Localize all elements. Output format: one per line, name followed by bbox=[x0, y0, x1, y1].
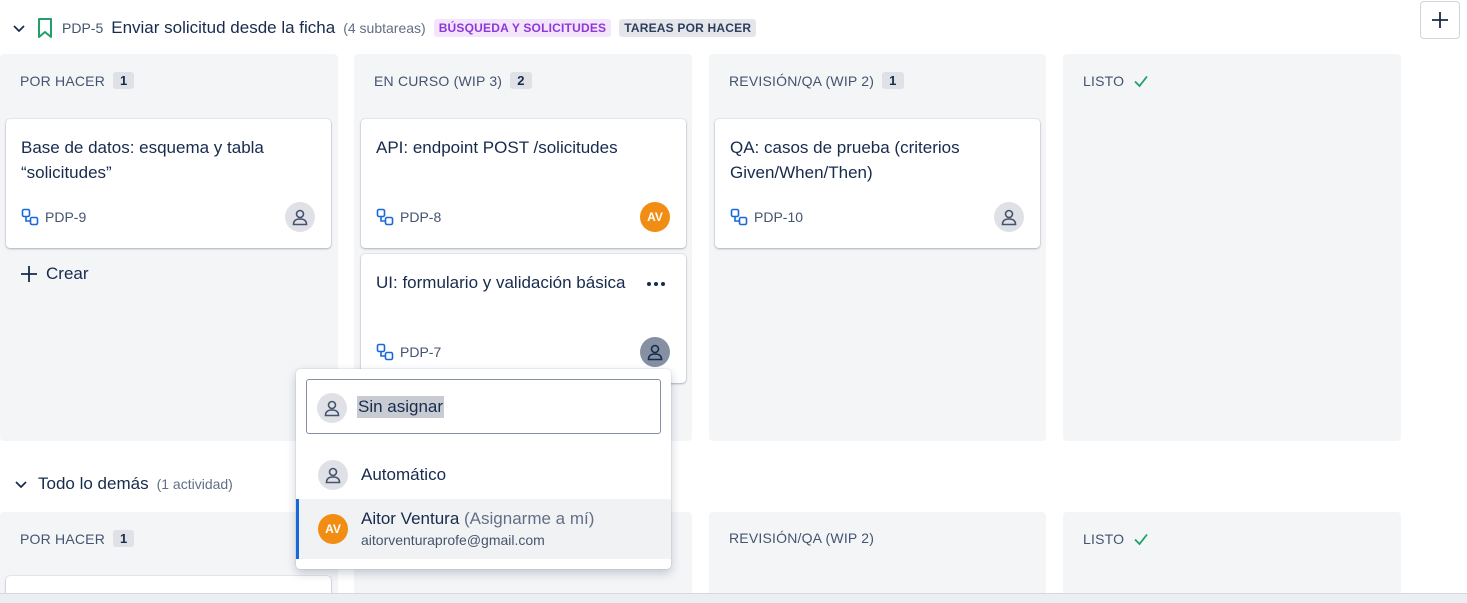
card-title: QA: casos de prueba (criterios Given/Whe… bbox=[730, 138, 960, 182]
column-count: 1 bbox=[882, 72, 904, 89]
chevron-down-icon[interactable] bbox=[12, 475, 30, 493]
search-value: Sin asignar bbox=[357, 396, 445, 418]
create-button[interactable]: Crear bbox=[20, 264, 89, 284]
story-key[interactable]: PDP-5 bbox=[62, 20, 103, 36]
subtask-count: (4 subtareas) bbox=[343, 20, 426, 36]
avatar[interactable] bbox=[285, 202, 315, 232]
assignee-search-input[interactable]: Sin asignar bbox=[306, 379, 661, 434]
bookmark-icon bbox=[36, 17, 54, 39]
column-por-hacer-2: POR HACER 1 bbox=[0, 512, 338, 603]
column-count: 1 bbox=[113, 72, 135, 89]
other-swimlane-header: Todo lo demás (1 actividad) bbox=[12, 474, 233, 494]
card-pdp-9[interactable]: Base de datos: esquema y tabla “solicitu… bbox=[6, 119, 331, 248]
column-revision-qa-2: REVISIÓN/QA (WIP 2) bbox=[709, 512, 1046, 593]
plus-icon bbox=[21, 266, 37, 282]
column-title: POR HACER bbox=[20, 72, 106, 89]
chevron-down-icon[interactable] bbox=[10, 19, 28, 37]
column-title: LISTO bbox=[1083, 73, 1125, 89]
avatar[interactable]: AV bbox=[640, 202, 670, 232]
story-header: PDP-5 Enviar solicitud desde la ficha (4… bbox=[10, 14, 757, 42]
person-icon bbox=[292, 209, 308, 226]
column-listo-2: LISTO bbox=[1063, 512, 1401, 593]
card-title: API: endpoint POST /solicitudes bbox=[376, 138, 618, 157]
add-column-button[interactable] bbox=[1420, 1, 1460, 39]
card-pdp-10[interactable]: QA: casos de prueba (criterios Given/Whe… bbox=[715, 119, 1040, 248]
card-pdp-8[interactable]: API: endpoint POST /solicitudes PDP-8 AV bbox=[361, 119, 686, 248]
subtask-icon bbox=[730, 208, 748, 226]
other-title[interactable]: Todo lo demás bbox=[38, 474, 149, 494]
story-title[interactable]: Enviar solicitud desde la ficha bbox=[111, 18, 335, 38]
card-title: UI: formulario y validación básica bbox=[376, 273, 626, 292]
avatar[interactable] bbox=[994, 202, 1024, 232]
card-key[interactable]: PDP-10 bbox=[754, 209, 803, 225]
subtask-icon bbox=[21, 208, 39, 226]
subtask-icon bbox=[376, 343, 394, 361]
column-listo: LISTO bbox=[1063, 54, 1401, 441]
option-aitor-ventura[interactable]: AV Aitor Ventura (Asignarme a mí) aitorv… bbox=[296, 499, 671, 559]
label-busqueda: BÚSQUEDA Y SOLICITUDES bbox=[433, 19, 612, 37]
option-automatico[interactable]: Automático bbox=[296, 455, 671, 495]
avatar[interactable] bbox=[640, 337, 670, 367]
column-title: REVISIÓN/QA (WIP 2) bbox=[729, 530, 875, 546]
horizontal-scrollbar[interactable] bbox=[0, 593, 1467, 603]
check-icon bbox=[1132, 530, 1150, 548]
status-badge: TAREAS POR HACER bbox=[619, 19, 757, 37]
card-pdp-7[interactable]: UI: formulario y validación básica PDP-7 bbox=[361, 254, 686, 383]
column-title: LISTO bbox=[1083, 531, 1125, 547]
plus-icon bbox=[1432, 12, 1448, 28]
column-title: REVISIÓN/QA (WIP 2) bbox=[729, 72, 875, 89]
option-label: Automático bbox=[361, 465, 447, 484]
card-key[interactable]: PDP-9 bbox=[45, 209, 86, 225]
create-label: Crear bbox=[46, 264, 89, 283]
assignee-dropdown: Sin asignar Automático AV Aitor Ventura … bbox=[296, 369, 671, 569]
person-icon bbox=[1001, 209, 1017, 226]
person-icon bbox=[317, 393, 347, 423]
person-icon bbox=[318, 460, 348, 490]
activity-count: (1 actividad) bbox=[156, 476, 233, 492]
card-title: Base de datos: esquema y tabla “solicitu… bbox=[21, 138, 264, 182]
option-label: Aitor Ventura (Asignarme a mí) bbox=[361, 509, 595, 528]
column-count: 2 bbox=[510, 72, 532, 89]
card-key[interactable]: PDP-8 bbox=[400, 209, 441, 225]
check-icon bbox=[1132, 72, 1150, 90]
more-icon[interactable] bbox=[644, 274, 668, 294]
avatar: AV bbox=[318, 514, 348, 544]
column-title: POR HACER bbox=[20, 530, 106, 547]
option-email: aitorventuraprofe@gmail.com bbox=[361, 532, 545, 548]
subtask-icon bbox=[376, 208, 394, 226]
card-key[interactable]: PDP-7 bbox=[400, 344, 441, 360]
column-count: 1 bbox=[113, 530, 135, 547]
column-title: EN CURSO (WIP 3) bbox=[374, 72, 503, 89]
person-icon bbox=[647, 344, 663, 361]
